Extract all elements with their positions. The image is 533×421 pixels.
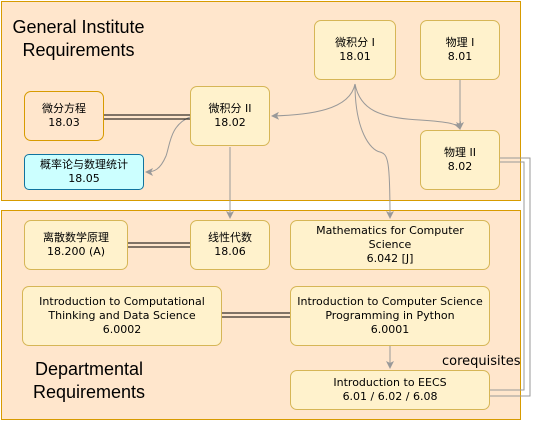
- corequisites-label: corequisites: [442, 354, 521, 369]
- course-intro-cs-name-line2: Programming in Python: [325, 309, 455, 322]
- course-discrete-name: 离散数学原理: [43, 231, 109, 244]
- course-diffeq-code: 18.03: [48, 116, 80, 129]
- course-calc2-code: 18.02: [214, 116, 246, 129]
- edge-calc1-physics2: [354, 83, 462, 130]
- course-prob-code: 18.05: [68, 172, 100, 185]
- course-calc2[interactable]: 微积分 II 18.02: [190, 86, 270, 146]
- course-intro-cs-code: 6.0001: [370, 323, 410, 336]
- course-discrete-code: 18.200 (A): [46, 245, 106, 258]
- course-comp-thinking[interactable]: Introduction to Computational Thinking a…: [22, 286, 222, 346]
- course-eecs[interactable]: Introduction to EECS 6.01 / 6.02 / 6.08: [290, 370, 490, 410]
- course-calc1[interactable]: 微积分 I 18.01: [314, 20, 396, 80]
- course-calc2-name: 微积分 II: [208, 102, 252, 115]
- edge-calc1-mcs: [354, 83, 394, 219]
- course-intro-cs-name-line1: Introduction to Computer Science: [297, 295, 483, 308]
- course-comp-thinking-name-line2: Thinking and Data Science: [48, 309, 196, 322]
- course-discrete[interactable]: 离散数学原理 18.200 (A): [24, 220, 128, 270]
- course-linalg-name: 线性代数: [208, 231, 252, 244]
- course-prob[interactable]: 概率论与数理统计 18.05: [24, 154, 144, 190]
- course-mcs[interactable]: Mathematics for Computer Science 6.042 […: [290, 220, 490, 270]
- course-eecs-code: 6.01 / 6.02 / 6.08: [342, 390, 438, 403]
- course-mcs-code: 6.042 [J]: [366, 252, 414, 265]
- course-comp-thinking-name-line1: Introduction to Computational: [39, 295, 205, 308]
- course-physics1-code: 8.01: [447, 50, 473, 63]
- course-linalg-code: 18.06: [214, 245, 246, 258]
- course-diffeq[interactable]: 微分方程 18.03: [24, 91, 104, 141]
- course-intro-cs[interactable]: Introduction to Computer Science Program…: [290, 286, 490, 346]
- course-comp-thinking-code: 6.0002: [102, 323, 142, 336]
- course-eecs-name: Introduction to EECS: [333, 376, 447, 389]
- edge-calc2-prob: [145, 116, 191, 176]
- course-calc1-name: 微积分 I: [335, 36, 375, 49]
- course-physics1[interactable]: 物理 I 8.01: [420, 20, 500, 80]
- course-calc1-code: 18.01: [339, 50, 371, 63]
- course-physics2-code: 8.02: [447, 160, 473, 173]
- course-physics1-name: 物理 I: [445, 36, 475, 49]
- course-prob-name: 概率论与数理统计: [40, 158, 128, 171]
- course-physics2-name: 物理 II: [444, 146, 476, 159]
- edge-calc1-calc2: [271, 83, 356, 120]
- course-mcs-name: Mathematics for Computer Science: [316, 224, 464, 251]
- course-linalg[interactable]: 线性代数 18.06: [190, 220, 270, 270]
- course-diffeq-name: 微分方程: [42, 102, 86, 115]
- course-physics2[interactable]: 物理 II 8.02: [420, 130, 500, 190]
